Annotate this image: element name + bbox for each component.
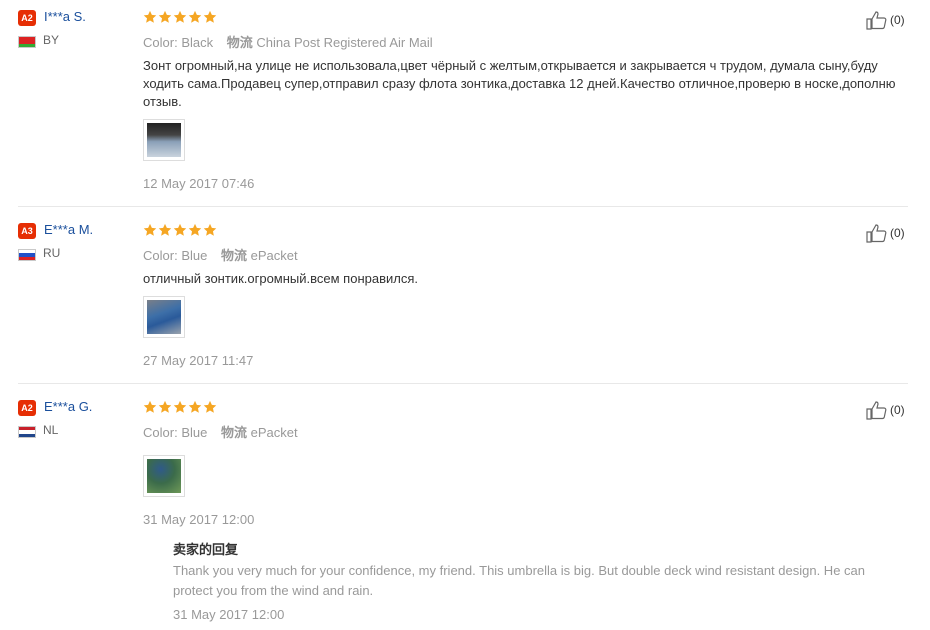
helpful-count: (0) [890, 403, 905, 417]
review-text: отличный зонтик.огромный.всем понравился… [143, 271, 418, 286]
reviewer-country: RU [43, 246, 61, 260]
rating-stars [143, 223, 218, 239]
reviewer-name[interactable]: E***a G. [44, 399, 92, 414]
review-photo [147, 459, 181, 493]
review-meta: Color: Blue 物流 ePacket [143, 245, 298, 264]
star-icon [173, 400, 187, 414]
rating-stars [143, 10, 218, 26]
helpful-count: (0) [890, 13, 905, 27]
seller-reply: 卖家的回复 Thank you very much for your confi… [173, 539, 908, 622]
country-flag-icon [18, 36, 36, 48]
review-date: 31 May 2017 12:00 [143, 512, 255, 527]
shipping-value: ePacket [250, 425, 298, 440]
helpful-button[interactable]: (0) [866, 223, 905, 243]
seller-reply-text: Thank you very much for your confidence,… [173, 563, 865, 598]
buyer-level-badge: A2 [18, 400, 36, 416]
star-icon [188, 223, 202, 237]
color-label: Color: [143, 35, 178, 50]
shipping-value: ePacket [250, 248, 298, 263]
review-text: Зонт огромный,на улице не использовала,ц… [143, 58, 896, 109]
shipping-label: 物流 [220, 425, 247, 440]
star-icon [143, 10, 157, 24]
shipping-label: 物流 [226, 35, 253, 50]
star-icon [203, 400, 217, 414]
star-icon [188, 400, 202, 414]
review-photo-thumbnail[interactable] [143, 119, 185, 161]
star-icon [158, 10, 172, 24]
star-icon [158, 223, 172, 237]
buyer-level-badge: A3 [18, 223, 36, 239]
review-photo-thumbnail[interactable] [143, 296, 185, 338]
color-label: Color: [143, 248, 178, 263]
thumbs-up-icon [866, 11, 887, 30]
helpful-button[interactable]: (0) [866, 400, 905, 420]
country-flag-icon [18, 249, 36, 261]
review-meta: Color: Blue 物流 ePacket [143, 422, 298, 441]
reviewer-country: BY [43, 33, 60, 47]
review-divider [18, 383, 908, 384]
shipping-label: 物流 [220, 248, 247, 263]
review-photo-thumbnail[interactable] [143, 455, 185, 497]
helpful-count: (0) [890, 226, 905, 240]
buyer-level-badge: A2 [18, 10, 36, 26]
reviewer-country: NL [43, 423, 59, 437]
helpful-button[interactable]: (0) [866, 10, 905, 30]
color-label: Color: [143, 425, 178, 440]
star-icon [158, 400, 172, 414]
review-photo [147, 300, 181, 334]
star-icon [173, 223, 187, 237]
star-icon [143, 400, 157, 414]
star-icon [188, 10, 202, 24]
review-divider [18, 206, 908, 207]
color-value: Black [181, 35, 214, 50]
reviewer-name[interactable]: I***a S. [44, 9, 86, 24]
reviewer-name[interactable]: E***a M. [44, 222, 93, 237]
rating-stars [143, 400, 218, 416]
thumbs-up-icon [866, 224, 887, 243]
shipping-value: China Post Registered Air Mail [256, 35, 433, 50]
star-icon [173, 10, 187, 24]
review-meta: Color: Black 物流 China Post Registered Ai… [143, 32, 433, 51]
review-photo [147, 123, 181, 157]
color-value: Blue [181, 248, 208, 263]
review-date: 27 May 2017 11:47 [143, 353, 254, 368]
star-icon [203, 10, 217, 24]
seller-reply-date: 31 May 2017 12:00 [173, 607, 285, 622]
review-date: 12 May 2017 07:46 [143, 176, 255, 191]
thumbs-up-icon [866, 401, 887, 420]
seller-reply-title: 卖家的回复 [173, 542, 239, 557]
color-value: Blue [181, 425, 208, 440]
star-icon [203, 223, 217, 237]
country-flag-icon [18, 426, 36, 438]
star-icon [143, 223, 157, 237]
